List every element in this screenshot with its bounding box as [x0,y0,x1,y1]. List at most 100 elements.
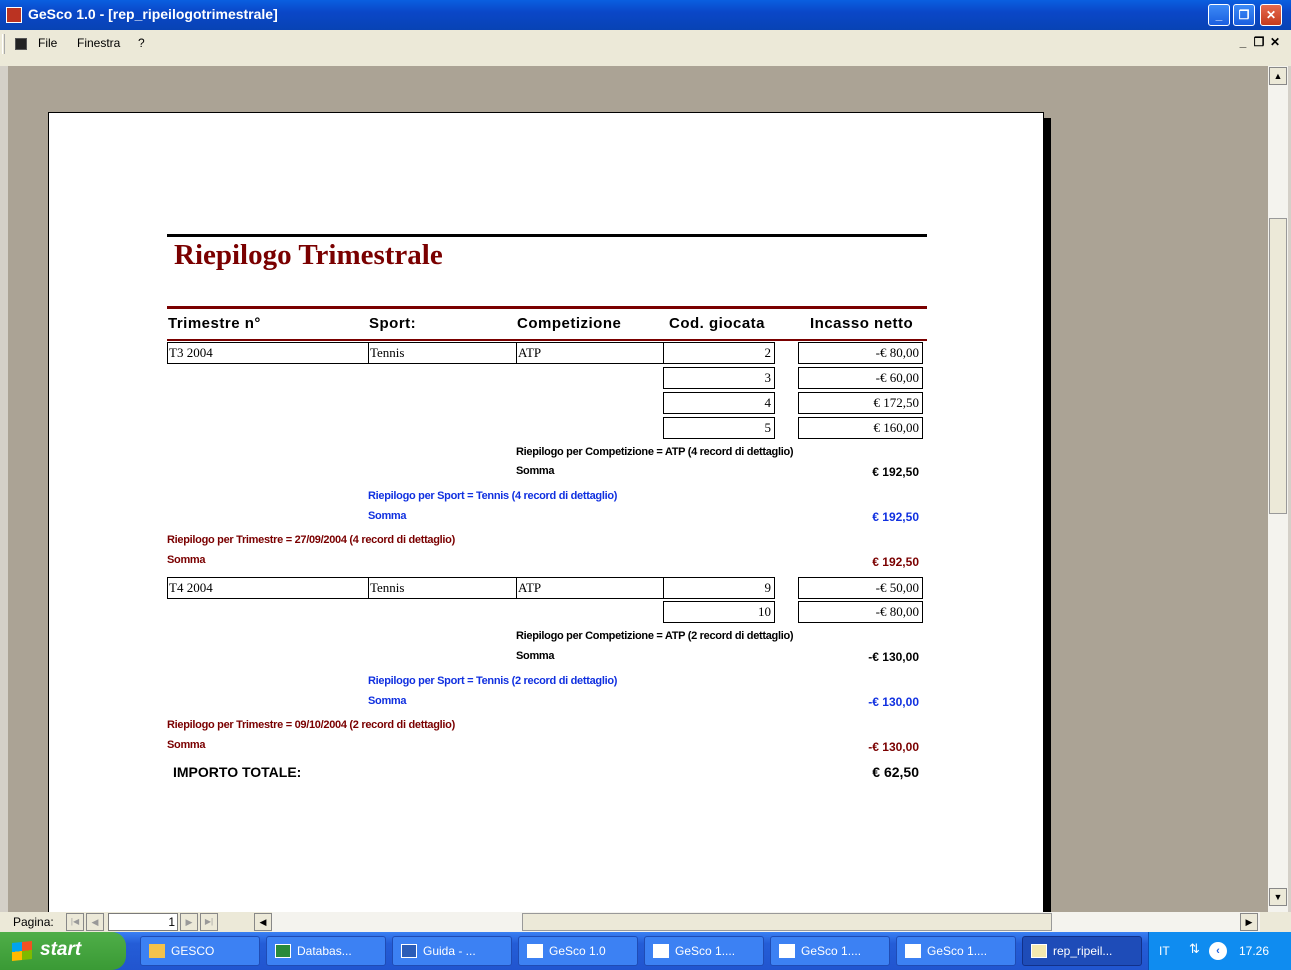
menu-finestra[interactable]: Finestra [77,36,120,50]
cell-incasso: -€ 80,00 [798,342,923,364]
scroll-up-button[interactable]: ▲ [1269,67,1287,85]
excel-icon [275,944,291,958]
taskbar-item-gesco-3[interactable]: GeSco 1.... [770,936,890,966]
taskbar-item-report[interactable]: rep_ripeil... [1022,936,1142,966]
trimestre-sum-value: -€ 130,00 [868,740,919,754]
form-icon [905,944,921,958]
page-shadow [1044,118,1051,912]
sport-sum-value: € 192,50 [872,510,919,524]
sport-sum-label: Somma [368,695,407,707]
cell-incasso: € 172,50 [798,392,923,414]
header-cod-giocata: Cod. giocata [669,315,766,332]
mdi-restore-button[interactable]: ❐ [1252,35,1266,49]
start-button[interactable]: start [0,932,126,970]
scroll-right-button[interactable]: ▶ [1240,913,1258,931]
network-icon[interactable]: ⇅ [1189,941,1200,957]
menu-grip [2,34,5,54]
cell-cod: 2 [663,342,775,364]
report-icon [1031,944,1047,958]
taskbar-item-excel[interactable]: Databas... [266,936,386,966]
cell-incasso: -€ 60,00 [798,367,923,389]
start-label: start [40,939,82,960]
document-icon[interactable] [15,38,27,50]
scroll-down-button[interactable]: ▼ [1269,888,1287,906]
form-icon [779,944,795,958]
cell-competizione: ATP [516,577,664,599]
cell-trimestre: T3 2004 [167,342,369,364]
system-tray: IT ⇅ ‹ 17.26 [1148,932,1291,970]
taskbar-item-gesco-2[interactable]: GeSco 1.... [644,936,764,966]
page-label: Pagina: [13,915,54,929]
word-icon [401,944,417,958]
show-hidden-icons-button[interactable]: ‹ [1209,942,1227,960]
mdi-minimize-button[interactable]: _ [1236,35,1250,49]
cell-cod: 4 [663,392,775,414]
header-incasso-netto: Incasso netto [810,315,914,332]
cell-sport: Tennis [368,577,517,599]
cell-cod: 3 [663,367,775,389]
title-bar: GeSco 1.0 - [rep_ripeilogotrimestrale] _… [0,0,1291,30]
taskbar-item-gesco-4[interactable]: GeSco 1.... [896,936,1016,966]
mdi-close-button[interactable]: ✕ [1268,35,1282,49]
cell-sport: Tennis [368,342,517,364]
page-number-input[interactable]: 1 [108,913,178,931]
trimestre-sum-value: € 192,50 [872,555,919,569]
minimize-button[interactable]: _ [1208,4,1230,26]
vertical-scrollbar[interactable]: ▲ ▼ [1268,66,1288,912]
menu-help[interactable]: ? [138,36,145,50]
taskbar-item-label: GESCO [171,944,215,958]
taskbar-item-label: rep_ripeil... [1053,944,1113,958]
header-competizione: Competizione [517,315,622,332]
taskbar-item-label: Guida - ... [423,944,476,958]
taskbar-item-word[interactable]: Guida - ... [392,936,512,966]
menu-file[interactable]: File [38,36,57,50]
competizione-sum-label: Somma [516,465,555,477]
cell-competizione: ATP [516,342,664,364]
cell-cod: 5 [663,417,775,439]
taskbar-item-gesco-1[interactable]: GeSco 1.0 [518,936,638,966]
sport-sum-value: -€ 130,00 [868,695,919,709]
sport-summary: Riepilogo per Sport = Tennis (4 record d… [368,490,618,502]
cell-incasso: € 160,00 [798,417,923,439]
form-icon [653,944,669,958]
sport-sum-label: Somma [368,510,407,522]
horizontal-scrollbar[interactable]: ▶ [272,912,1260,932]
form-icon [527,944,543,958]
taskbar-item-label: GeSco 1.... [801,944,862,958]
restore-button[interactable]: ❐ [1233,4,1255,26]
cell-trimestre: T4 2004 [167,577,369,599]
taskbar-item-label: Databas... [297,944,352,958]
competizione-summary: Riepilogo per Competizione = ATP (2 reco… [516,630,794,642]
scroll-left-button[interactable]: ◀ [254,913,272,931]
report-page: Riepilogo Trimestrale Trimestre n° Sport… [48,112,1044,912]
title-rule [167,234,927,237]
competizione-summary: Riepilogo per Competizione = ATP (4 reco… [516,446,794,458]
report-preview-area: Riepilogo Trimestrale Trimestre n° Sport… [8,66,1268,912]
taskbar-item-label: GeSco 1.0 [549,944,606,958]
competizione-sum-value: -€ 130,00 [868,650,919,664]
next-page-button[interactable]: ▶ [180,913,198,931]
folder-icon [149,944,165,958]
taskbar-item-gesco-folder[interactable]: GESCO [140,936,260,966]
previous-page-button[interactable]: ◀ [86,913,104,931]
taskbar-item-label: GeSco 1.... [675,944,736,958]
hscroll-thumb[interactable] [522,913,1052,931]
header-trimestre: Trimestre n° [168,315,261,332]
header-sport: Sport: [369,315,417,332]
language-indicator[interactable]: IT [1159,944,1170,958]
navigation-bar: Pagina: |◀ ◀ 1 ▶ ▶| ◀ ▶ [0,912,1291,932]
header-rule-top [167,306,927,309]
clock: 17.26 [1239,944,1270,958]
windows-logo-icon [12,940,32,962]
sport-summary: Riepilogo per Sport = Tennis (2 record d… [368,675,618,687]
trimestre-sum-label: Somma [167,554,206,566]
last-page-button[interactable]: ▶| [200,913,218,931]
first-page-button[interactable]: |◀ [66,913,84,931]
app-icon[interactable] [6,7,22,23]
cell-cod: 10 [663,601,775,623]
trimestre-summary: Riepilogo per Trimestre = 27/09/2004 (4 … [167,534,455,546]
window-title: GeSco 1.0 - [rep_ripeilogotrimestrale] [28,6,278,22]
scroll-thumb[interactable] [1269,218,1287,514]
competizione-sum-value: € 192,50 [872,465,919,479]
close-button[interactable]: ✕ [1260,4,1282,26]
